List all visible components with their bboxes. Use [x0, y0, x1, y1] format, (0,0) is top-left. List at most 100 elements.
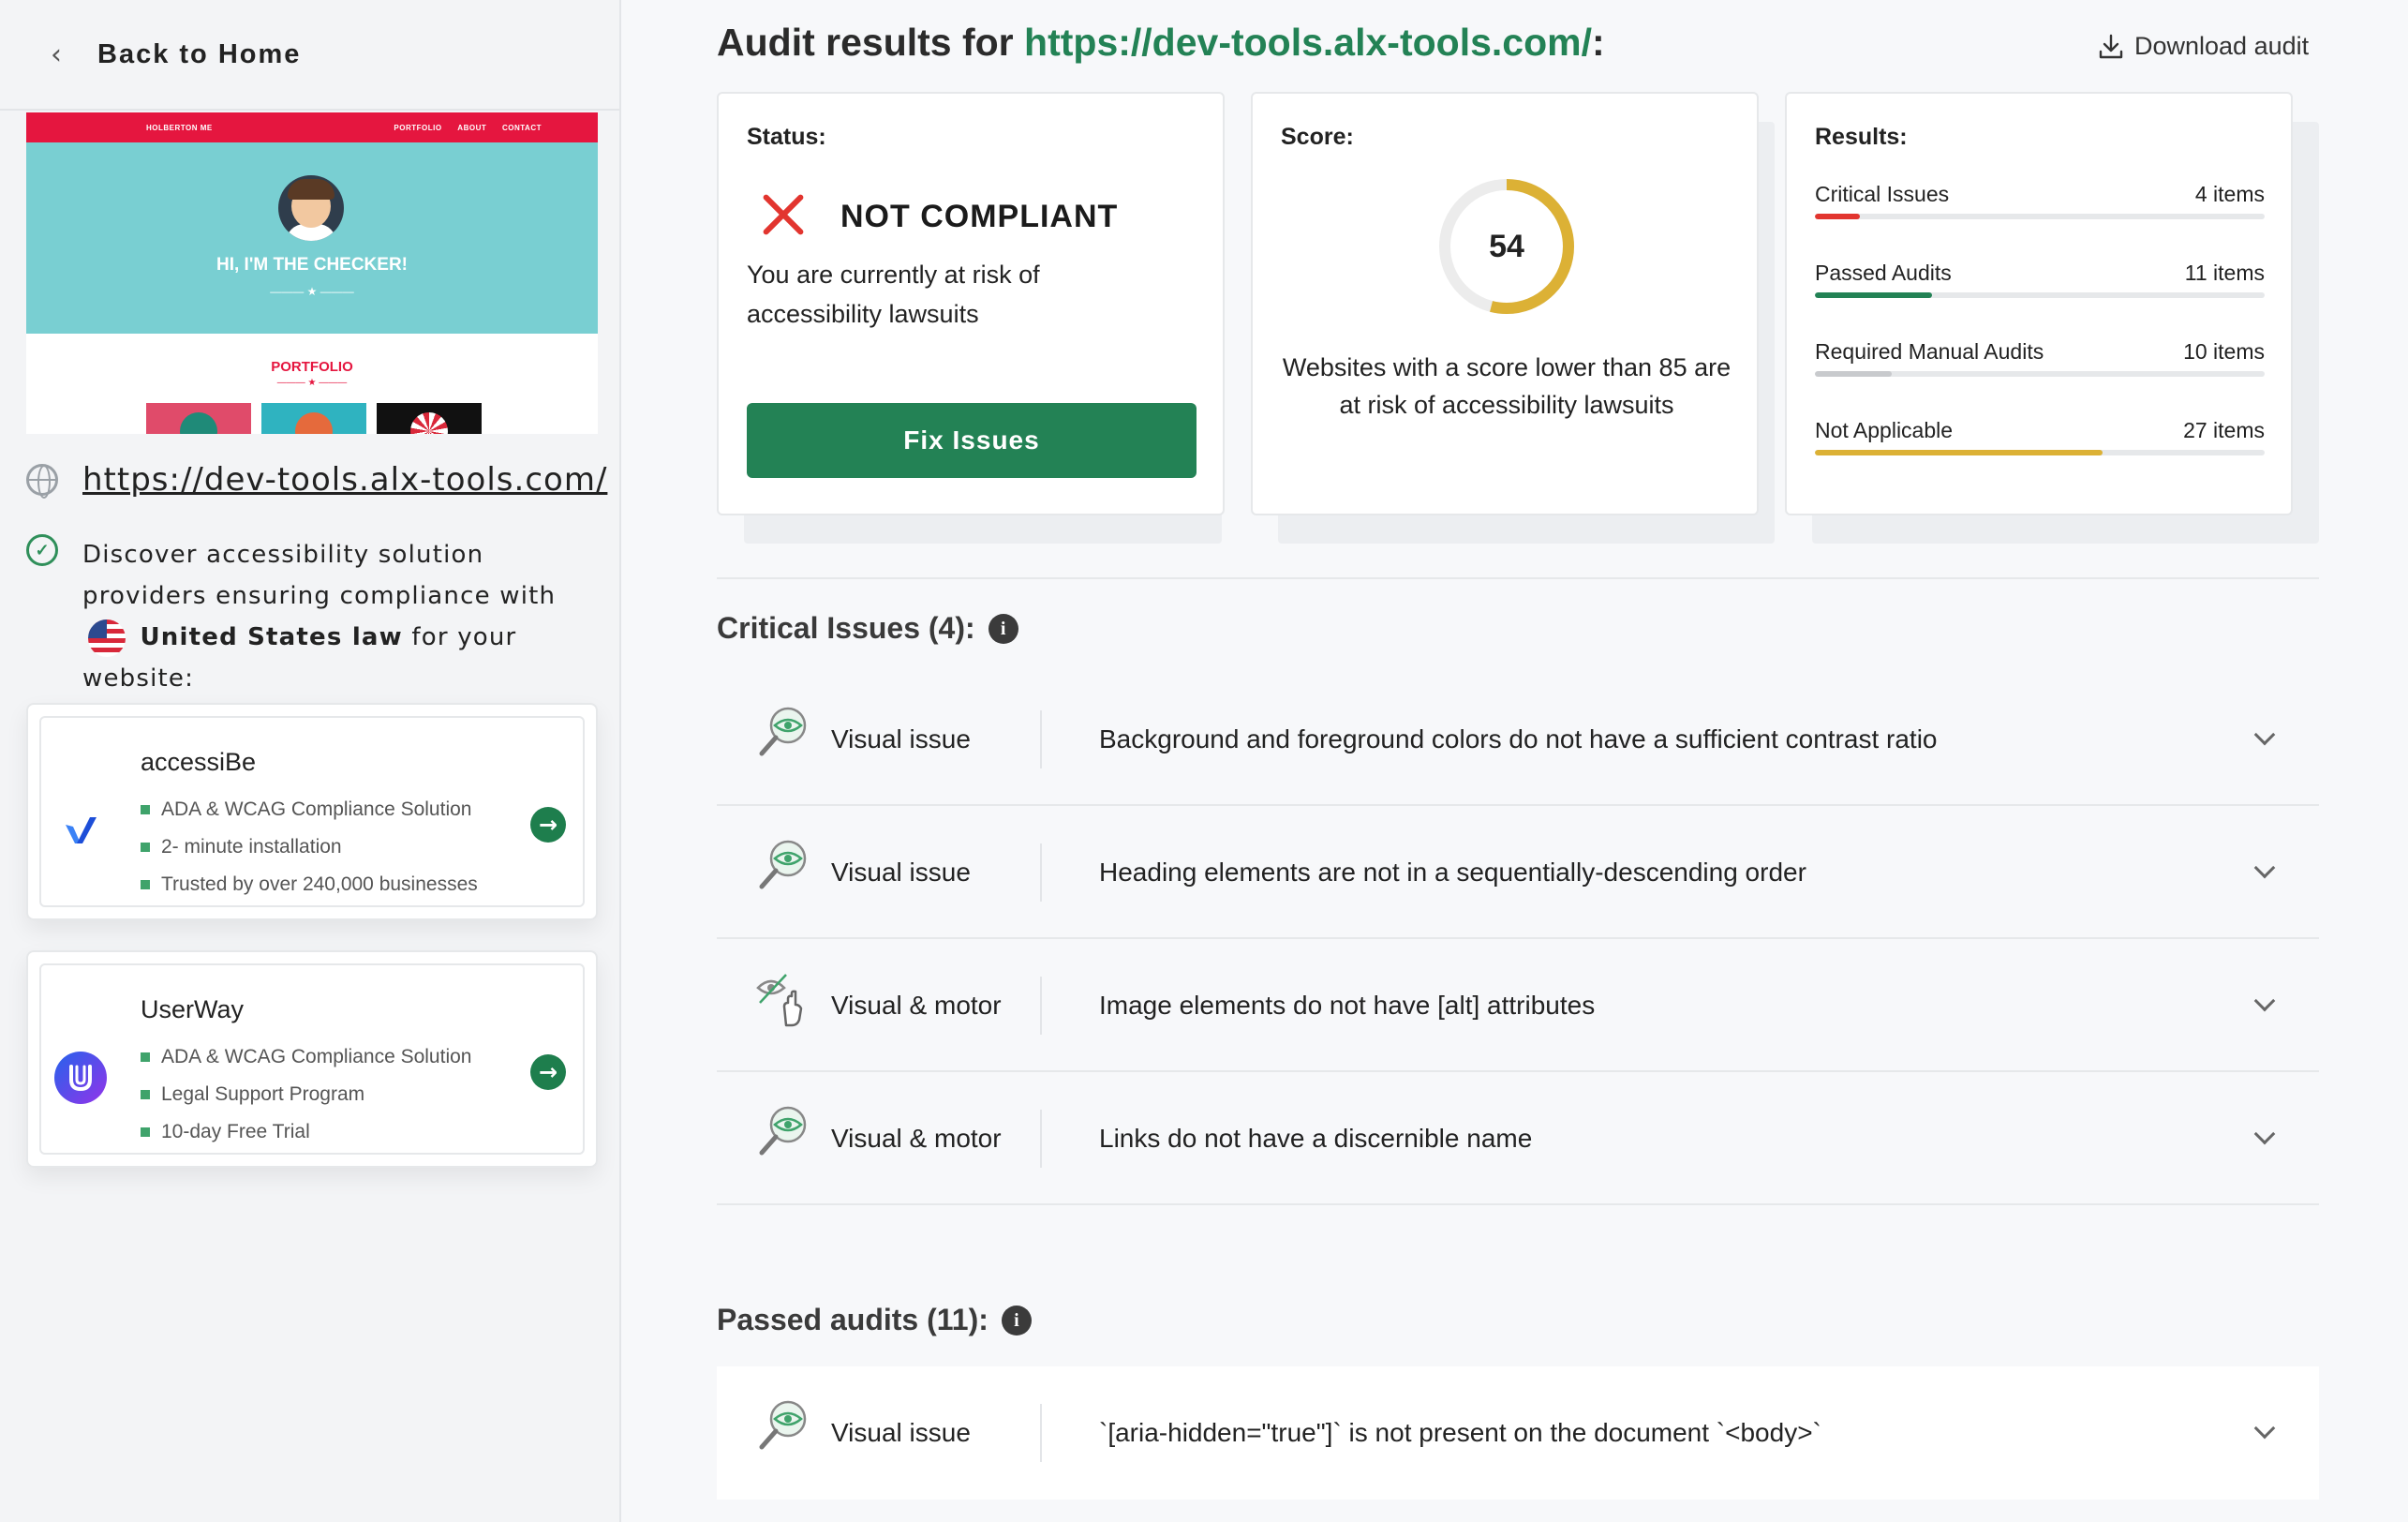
info-icon[interactable]: i	[1001, 1305, 1032, 1335]
score-card: Score: 54 Websites with a score lower th…	[1251, 92, 1759, 515]
title-url[interactable]: https://dev-tools.alx-tools.com/	[1024, 21, 1592, 64]
vendor-features: ADA & WCAG Compliance Solution 2- minute…	[141, 791, 478, 903]
star-divider-icon: ——— ★ ———	[270, 285, 354, 298]
magnifier-eye-icon	[759, 707, 807, 756]
chevron-down-icon[interactable]	[2253, 857, 2276, 879]
fix-issues-button[interactable]: Fix Issues	[747, 403, 1197, 478]
magnifier-eye-icon	[759, 840, 807, 889]
result-label: Not Applicable	[1815, 418, 1954, 442]
separator	[1040, 1110, 1042, 1168]
status-heading: Status:	[747, 124, 826, 150]
result-progress-track	[1815, 371, 2265, 377]
results-heading: Results:	[1815, 124, 1908, 150]
preview-avatar	[278, 175, 344, 241]
preview-hero: HI, I'M THE CHECKER! ——— ★ ———	[26, 142, 598, 334]
back-to-home-label: Back to Home	[97, 38, 302, 69]
status-description: You are currently at risk of accessibili…	[747, 261, 1040, 328]
issue-row[interactable]: Visual issue Background and foreground c…	[717, 673, 2319, 806]
issue-description: Links do not have a discernible name	[1099, 1124, 1533, 1153]
discover-text-before: Discover accessibility solution provider…	[82, 541, 557, 610]
score-description: Websites with a score lower than 85 are …	[1282, 353, 1732, 419]
back-to-home-link[interactable]: ‹ Back to Home	[0, 0, 619, 111]
magnifier-eye-icon	[759, 1106, 807, 1156]
divider	[717, 577, 2319, 579]
status-value: NOT COMPLIANT	[840, 199, 1119, 234]
audit-main: Audit results for https://dev-tools.alx-…	[622, 0, 2408, 1522]
result-progress-track	[1815, 450, 2265, 455]
title-prefix: Audit results for	[717, 21, 1014, 64]
check-circle-icon: ✓	[26, 534, 58, 566]
critical-issues-label: Critical Issues (4):	[717, 611, 975, 645]
chevron-left-icon: ‹	[51, 37, 62, 71]
site-url-row: https://dev-tools.alx-tools.com/	[26, 461, 607, 499]
close-x-icon	[760, 191, 807, 238]
site-url-link[interactable]: https://dev-tools.alx-tools.com/	[82, 461, 607, 499]
vendor-features: ADA & WCAG Compliance Solution Legal Sup…	[141, 1038, 471, 1151]
title-suffix: :	[1591, 21, 1605, 64]
vendor-feature: ADA & WCAG Compliance Solution	[141, 791, 478, 828]
download-audit-button[interactable]: Download audit	[2097, 32, 2309, 61]
preview-portfolio-title: PORTFOLIO	[271, 359, 353, 375]
vendor-card-accessibe[interactable]: accessiBe ADA & WCAG Compliance Solution…	[26, 703, 598, 920]
site-preview-thumbnail: HOLBERTON ME PORTFOLIO ABOUT CONTACT HI,…	[26, 112, 598, 434]
preview-brand: HOLBERTON ME	[146, 123, 213, 132]
passed-audits-label: Passed audits (11):	[717, 1303, 988, 1336]
result-progress-fill	[1815, 214, 1860, 219]
page-title: Audit results for https://dev-tools.alx-…	[717, 21, 1605, 65]
score-heading: Score:	[1281, 124, 1354, 150]
status-card: Status: NOT COMPLIANT You are currently …	[717, 92, 1225, 515]
arrow-right-icon[interactable]: →	[530, 807, 566, 843]
passed-audits-title: Passed audits (11): i	[717, 1303, 1032, 1337]
discover-text: Discover accessibility solution provider…	[82, 534, 607, 699]
separator	[1040, 977, 1042, 1035]
accessibe-logo-icon	[66, 817, 97, 843]
preview-nav-link: ABOUT	[457, 123, 487, 132]
issue-description: Background and foreground colors do not …	[1099, 724, 1938, 754]
issue-type: Visual issue	[831, 1418, 971, 1447]
eye-hand-icon	[756, 974, 803, 1027]
separator	[1040, 843, 1042, 902]
separator	[1040, 1404, 1042, 1462]
result-progress-track	[1815, 214, 2265, 219]
chevron-down-icon[interactable]	[2253, 1123, 2276, 1145]
issue-description: `[aria-hidden="true"]` is not present on…	[1099, 1418, 1821, 1447]
issue-row[interactable]: Visual & motor Image elements do not hav…	[717, 939, 2319, 1072]
vendor-feature: 10-day Free Trial	[141, 1113, 471, 1151]
result-label: Required Manual Audits	[1815, 339, 2044, 364]
vendor-feature: Legal Support Program	[141, 1076, 471, 1113]
result-progress-fill	[1815, 450, 2103, 455]
chevron-down-icon[interactable]	[2253, 990, 2276, 1012]
issue-row[interactable]: Visual & motor Links do not have a disce…	[717, 1072, 2319, 1205]
result-progress-fill	[1815, 371, 1892, 377]
chevron-down-icon[interactable]	[2253, 724, 2276, 746]
result-count: 27 items	[2183, 418, 2265, 442]
preview-thumb	[377, 403, 482, 434]
issue-row[interactable]: Visual issue Heading elements are not in…	[717, 806, 2319, 939]
result-count: 11 items	[2184, 261, 2265, 285]
arrow-right-icon[interactable]: →	[530, 1054, 566, 1090]
globe-icon	[26, 464, 58, 499]
issue-type: Visual & motor	[831, 1124, 1002, 1153]
magnifier-eye-icon	[759, 1400, 807, 1450]
star-divider-icon: ——— ★ ———	[276, 378, 348, 388]
passed-audit-row[interactable]: Visual issue `[aria-hidden="true"]` is n…	[717, 1366, 2319, 1500]
separator	[1040, 710, 1042, 768]
issue-type: Visual issue	[831, 858, 971, 887]
result-progress-track	[1815, 292, 2265, 298]
preview-nav: HOLBERTON ME PORTFOLIO ABOUT CONTACT	[26, 112, 598, 142]
critical-issues-title: Critical Issues (4): i	[717, 611, 1018, 646]
preview-portfolio: PORTFOLIO ——— ★ ———	[26, 334, 598, 434]
download-icon	[2099, 34, 2123, 58]
result-count: 10 items	[2183, 339, 2265, 364]
preview-nav-link: PORTFOLIO	[394, 123, 442, 132]
info-icon[interactable]: i	[988, 613, 1018, 644]
result-progress-fill	[1815, 292, 1932, 298]
issue-description: Heading elements are not in a sequential…	[1099, 858, 1806, 887]
issue-type: Visual & motor	[831, 991, 1002, 1020]
vendor-name: accessiBe	[141, 748, 257, 776]
chevron-down-icon[interactable]	[2253, 1417, 2276, 1440]
userway-logo-icon	[54, 1052, 107, 1104]
issue-description: Image elements do not have [alt] attribu…	[1099, 991, 1596, 1020]
score-value: 54	[1489, 229, 1524, 264]
vendor-card-userway[interactable]: UserWay ADA & WCAG Compliance Solution L…	[26, 950, 598, 1168]
